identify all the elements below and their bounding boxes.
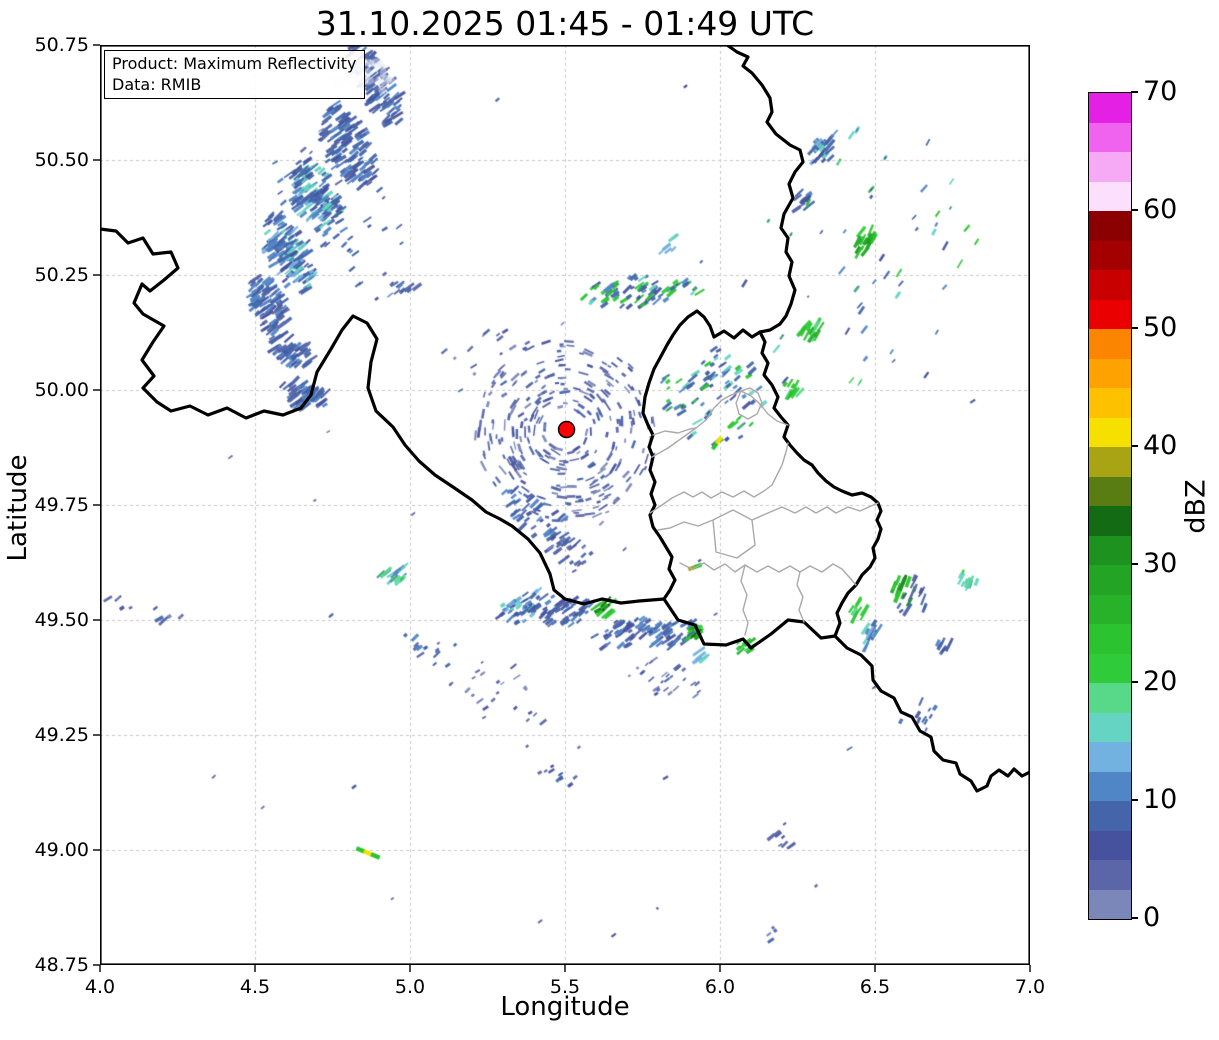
colorbar-segment (1089, 535, 1131, 565)
product-line: Product: Maximum Reflectivity (112, 54, 357, 73)
colorbar-segment (1089, 653, 1131, 683)
colorbar-segment (1089, 358, 1131, 388)
colorbar-tick-label: 10 (1143, 784, 1178, 815)
colorbar-segment (1089, 152, 1131, 182)
y-tick-label: 50.75 (34, 34, 89, 56)
reflectivity-echo-canvas (100, 45, 1030, 965)
colorbar-segment (1089, 329, 1131, 359)
colorbar-segment (1089, 211, 1131, 241)
colorbar-tick-label: 30 (1143, 548, 1178, 579)
colorbar-tick (1131, 327, 1138, 329)
colorbar-segment (1089, 889, 1131, 919)
colorbar-segment (1089, 830, 1131, 860)
colorbar-segment (1089, 270, 1131, 300)
radar-figure: 31.10.2025 01:45 - 01:49 UTC 4.0 4.5 5.0 5.… (0, 0, 1219, 1040)
map-plot-area (100, 45, 1030, 965)
data-source-line: Data: RMIB (112, 75, 202, 94)
colorbar-segment (1089, 299, 1131, 329)
x-axis-label: Longitude (500, 992, 630, 1022)
y-axis-label: Latitude (3, 454, 33, 562)
figure-title: 31.10.2025 01:45 - 01:49 UTC (315, 4, 815, 43)
colorbar (1088, 92, 1132, 920)
colorbar-segment (1089, 565, 1131, 595)
colorbar-tick (1131, 917, 1138, 919)
colorbar-segment (1089, 594, 1131, 624)
colorbar-tick-label: 60 (1143, 194, 1178, 225)
colorbar-segment (1089, 801, 1131, 831)
colorbar-tick-label: 20 (1143, 666, 1178, 697)
colorbar-tick (1131, 799, 1138, 801)
colorbar-tick (1131, 445, 1138, 447)
colorbar-segment (1089, 771, 1131, 801)
colorbar-segment (1089, 447, 1131, 477)
colorbar-tick (1131, 681, 1138, 683)
y-tick-label: 50.50 (34, 149, 89, 171)
y-tick-label: 48.75 (34, 954, 89, 976)
colorbar-segment (1089, 683, 1131, 713)
colorbar-segment (1089, 417, 1131, 447)
colorbar-segment (1089, 742, 1131, 772)
colorbar-tick (1131, 209, 1138, 211)
colorbar-tick-label: 40 (1143, 430, 1178, 461)
colorbar-segment (1089, 476, 1131, 506)
colorbar-unit-label: dBZ (1180, 479, 1212, 534)
colorbar-segment (1089, 624, 1131, 654)
colorbar-segment (1089, 122, 1131, 152)
colorbar-tick (1131, 563, 1138, 565)
colorbar-tick-label: 70 (1143, 76, 1178, 107)
colorbar-segment (1089, 860, 1131, 890)
product-annotation-box: Product: Maximum Reflectivity Data: RMIB (104, 50, 366, 99)
colorbar-segment (1089, 712, 1131, 742)
colorbar-segment (1089, 93, 1131, 123)
colorbar-tick-label: 50 (1143, 312, 1178, 343)
colorbar-segment (1089, 181, 1131, 211)
colorbar-segment (1089, 240, 1131, 270)
colorbar-segment (1089, 506, 1131, 536)
y-tick-label: 49.00 (34, 839, 89, 861)
colorbar-segment (1089, 388, 1131, 418)
colorbar-tick-label: 0 (1143, 902, 1161, 933)
colorbar-tick (1131, 91, 1138, 93)
colorbar-gradient (1089, 93, 1131, 919)
